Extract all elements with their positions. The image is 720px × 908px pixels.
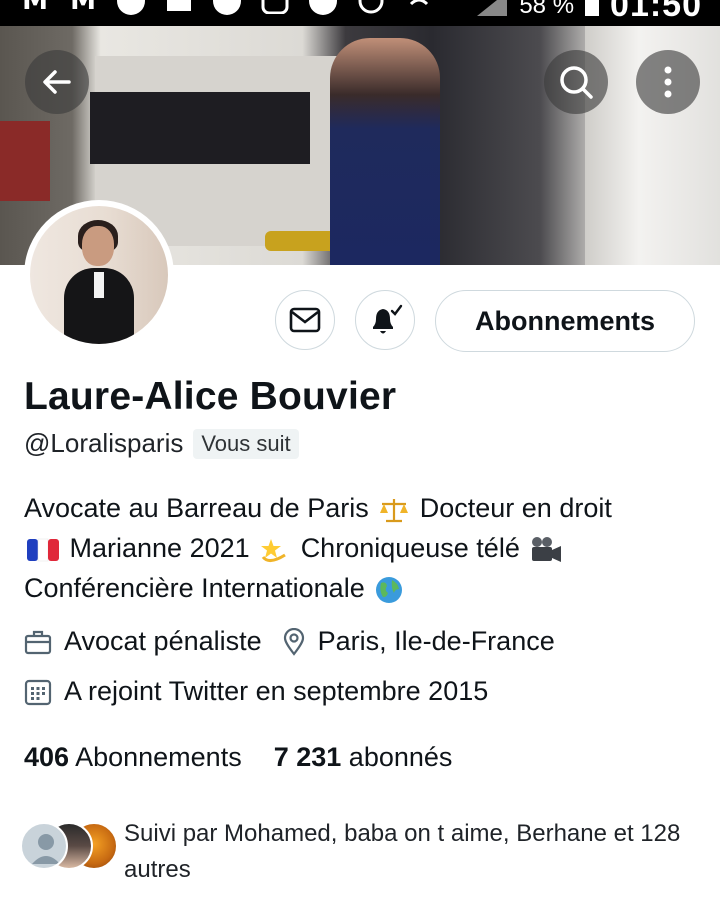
avatar-image — [30, 206, 168, 344]
bio-text: Marianne 2021 — [69, 533, 250, 563]
avatar — [20, 822, 68, 870]
profile-bio: Avocate au Barreau de Paris Docteur en d… — [24, 488, 704, 608]
bio-text: Chroniqueuse télé — [300, 533, 520, 563]
scales-icon — [380, 498, 409, 522]
message-button[interactable] — [275, 290, 335, 350]
profile-meta: Avocat pénaliste Paris, Ile-de-France — [24, 626, 575, 657]
profession-item: Avocat pénaliste — [24, 626, 262, 657]
signal-icon — [475, 0, 509, 21]
follow-counts: 406 Abonnements 7 231 abonnés — [24, 742, 452, 773]
briefcase-icon — [24, 630, 52, 654]
battery-percent: 58 % — [519, 0, 575, 19]
joined-text: A rejoint Twitter en septembre 2015 — [64, 676, 489, 706]
bio-line: Marianne 2021 Chroniqueuse télé — [24, 528, 704, 568]
follower-avatars — [20, 820, 118, 872]
calendar-icon — [24, 679, 52, 705]
battery-icon — [584, 0, 600, 21]
alarm-icon — [356, 0, 386, 14]
following-link[interactable]: 406 Abonnements — [24, 742, 242, 773]
location-item: Paris, Ile-de-France — [282, 626, 555, 657]
banner-shelf — [90, 92, 310, 164]
clock: 01:50 — [610, 0, 702, 24]
followed-by-text: Suivi par Mohamed, baba on t aime, Berha… — [124, 820, 681, 883]
search-icon — [560, 66, 593, 99]
more-vertical-icon — [664, 66, 672, 98]
more-button[interactable] — [636, 50, 700, 114]
bell-check-icon — [373, 304, 403, 334]
location-pin-icon — [283, 627, 304, 656]
minus-circle-icon — [308, 0, 338, 15]
followers-count: 7 231 — [273, 742, 342, 772]
profession-text: Avocat pénaliste — [64, 626, 262, 656]
gmail-icon: M — [70, 0, 96, 16]
follows-you-badge: Vous suit — [193, 428, 299, 459]
handle-row: @Loralisparis Vous suit — [24, 428, 299, 459]
instagram-icon — [260, 0, 290, 14]
bio-line: Conférencière Internationale — [24, 568, 704, 608]
system-status: 58 % 01:50 — [475, 0, 702, 25]
location-text: Paris, Ile-de-France — [317, 626, 555, 656]
profile-handle: @Loralisparis — [24, 428, 184, 458]
dizzy-star-icon — [261, 538, 286, 562]
movie-camera-icon — [532, 536, 562, 562]
followers-link[interactable]: 7 231 abonnés — [274, 742, 453, 773]
mail-icon — [289, 307, 321, 333]
joined-item: A rejoint Twitter en septembre 2015 — [24, 676, 488, 707]
circle-icon — [116, 0, 146, 15]
bio-text: Avocate au Barreau de Paris — [24, 493, 369, 523]
globe-icon — [376, 576, 403, 603]
following-count: 406 — [24, 742, 70, 772]
wifi-icon — [404, 0, 434, 14]
bio-line: Avocate au Barreau de Paris Docteur en d… — [24, 488, 704, 528]
image-icon — [164, 0, 194, 14]
football-icon — [212, 0, 242, 15]
followed-by[interactable]: Suivi par Mohamed, baba on t aime, Berha… — [20, 820, 704, 888]
arrow-left-icon — [43, 70, 71, 94]
following-button[interactable]: Abonnements — [435, 290, 695, 352]
followers-label: abonnés — [348, 742, 453, 772]
avatar[interactable] — [24, 200, 174, 350]
banner-left-object — [0, 121, 50, 201]
banner-person — [330, 38, 440, 265]
search-button[interactable] — [544, 50, 608, 114]
bio-text: Docteur en droit — [419, 493, 612, 523]
status-bar: M M 58 % 01:50 — [0, 0, 720, 26]
following-label: Abonnements — [75, 742, 242, 772]
joined-row: A rejoint Twitter en septembre 2015 — [24, 676, 508, 707]
profile-name: Laure-Alice Bouvier — [24, 375, 397, 418]
gmail-icon: M — [22, 0, 48, 16]
back-button[interactable] — [25, 50, 89, 114]
france-flag-icon — [27, 538, 59, 562]
bio-text: Conférencière Internationale — [24, 573, 365, 603]
notification-icons: M M — [20, 0, 434, 16]
notifications-button[interactable] — [355, 290, 415, 350]
